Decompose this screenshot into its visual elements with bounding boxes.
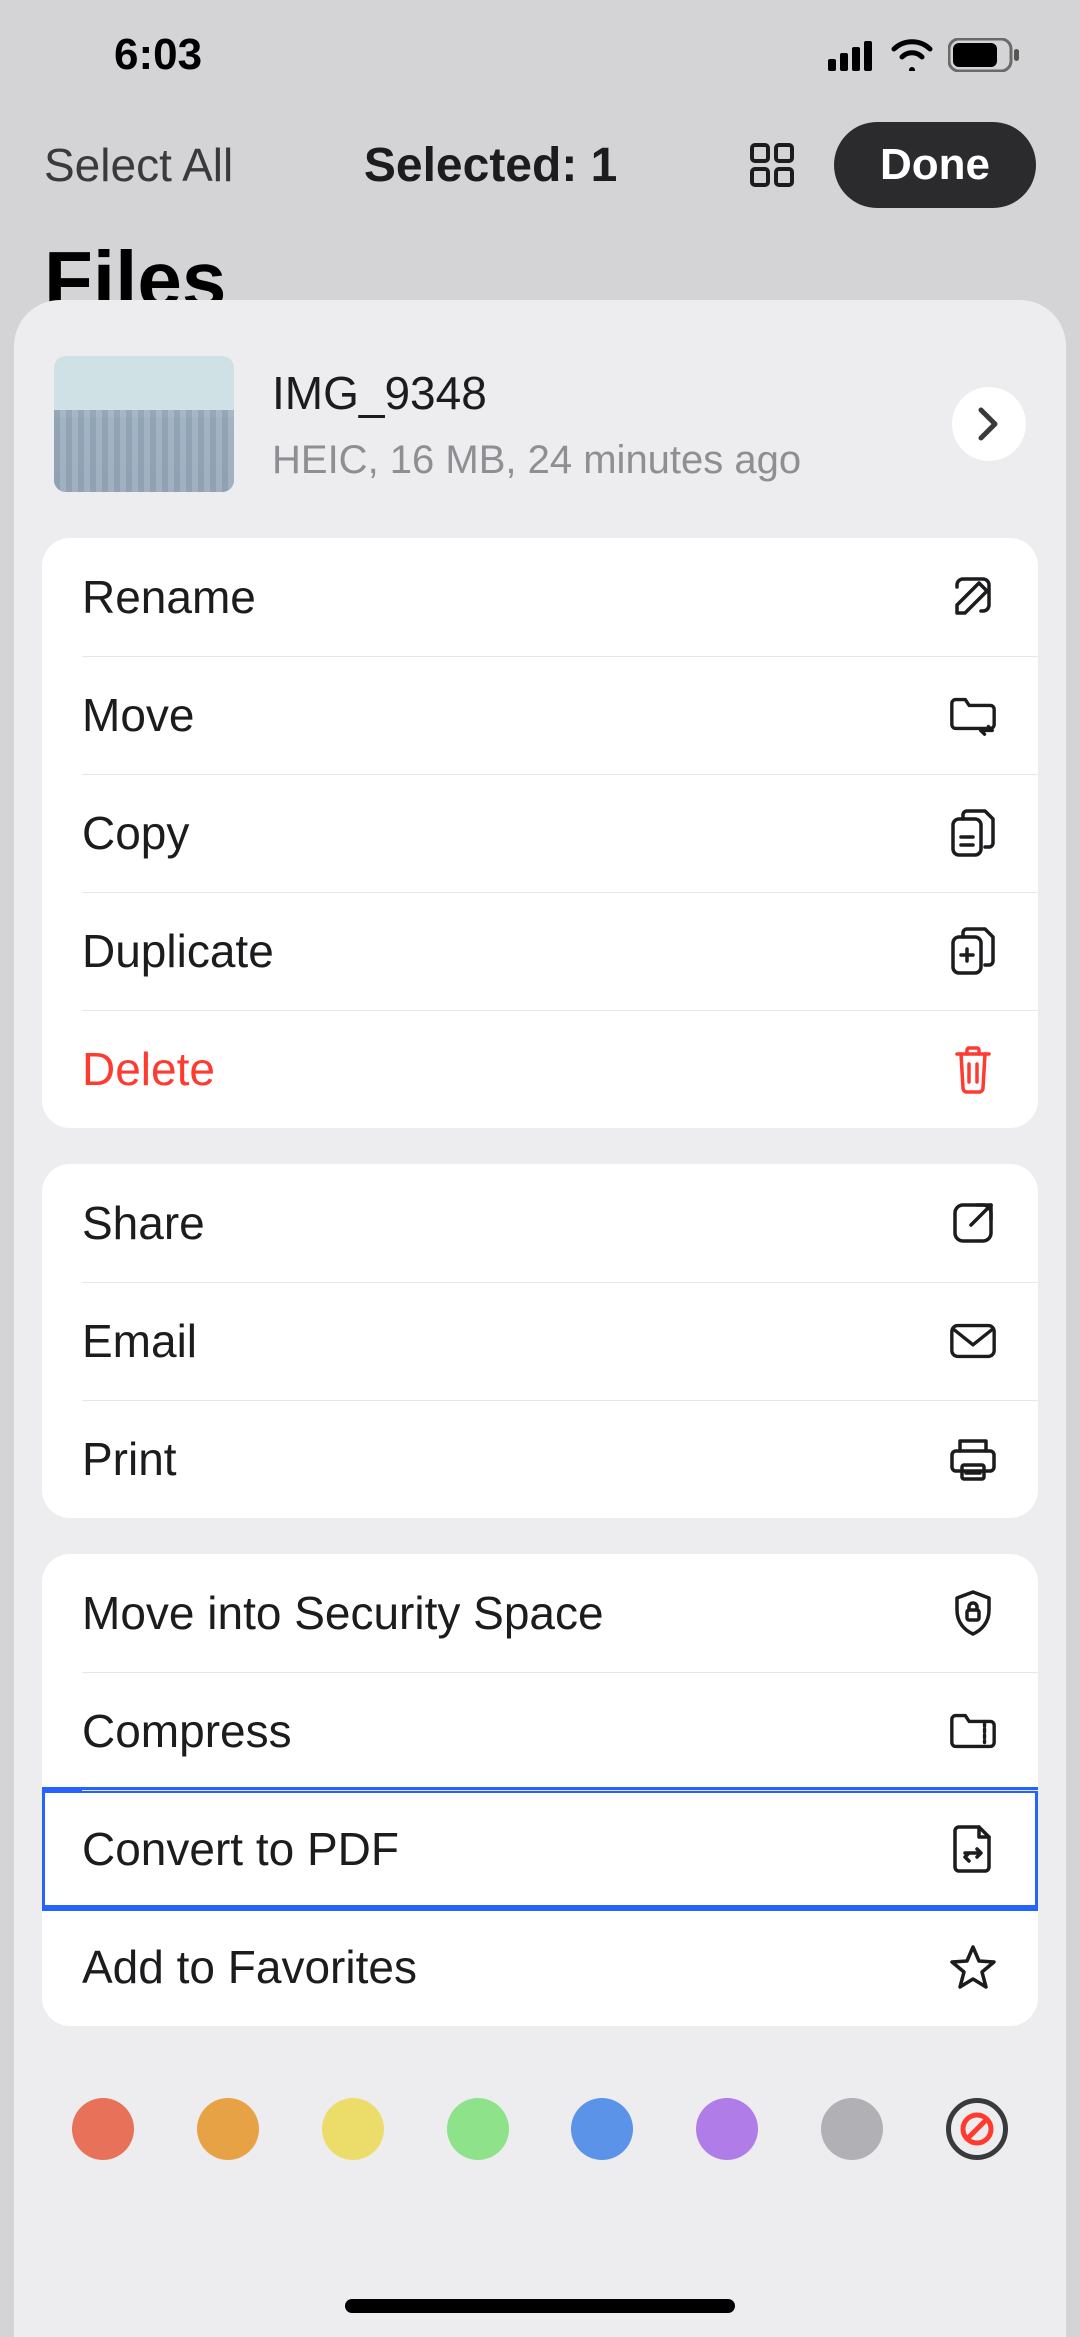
copy-icon bbox=[949, 807, 997, 859]
share-icon bbox=[949, 1199, 997, 1247]
compress-label: Compress bbox=[82, 1704, 292, 1758]
tag-color-yellow[interactable] bbox=[322, 2098, 384, 2160]
file-header[interactable]: IMG_9348 HEIC, 16 MB, 24 minutes ago bbox=[14, 300, 1066, 538]
file-subtitle: HEIC, 16 MB, 24 minutes ago bbox=[272, 438, 914, 483]
copy-label: Copy bbox=[82, 806, 189, 860]
zip-icon bbox=[948, 1709, 998, 1753]
tag-color-none[interactable] bbox=[946, 2098, 1008, 2160]
trash-icon bbox=[951, 1044, 995, 1094]
status-time: 6:03 bbox=[114, 30, 202, 80]
no-entry-icon bbox=[958, 2110, 996, 2148]
action-group-share: Share Email Print bbox=[42, 1164, 1038, 1518]
duplicate-label: Duplicate bbox=[82, 924, 274, 978]
email-label: Email bbox=[82, 1314, 197, 1368]
done-button[interactable]: Done bbox=[834, 122, 1036, 208]
file-detail-button[interactable] bbox=[952, 387, 1026, 461]
convert-pdf-icon bbox=[951, 1823, 995, 1875]
action-group-file: Rename Move Copy bbox=[42, 538, 1038, 1128]
mail-icon bbox=[948, 1321, 998, 1361]
email-row[interactable]: Email bbox=[42, 1282, 1038, 1400]
favorite-label: Add to Favorites bbox=[82, 1940, 417, 1994]
duplicate-icon bbox=[949, 925, 997, 977]
security-space-label: Move into Security Space bbox=[82, 1586, 604, 1640]
chevron-right-icon bbox=[975, 406, 1003, 442]
move-icon bbox=[948, 693, 998, 737]
selected-count: Selected: 1 bbox=[364, 138, 617, 193]
delete-row[interactable]: Delete bbox=[42, 1010, 1038, 1128]
convert-pdf-label: Convert to PDF bbox=[82, 1822, 399, 1876]
move-row[interactable]: Move bbox=[42, 656, 1038, 774]
tag-color-red[interactable] bbox=[72, 2098, 134, 2160]
tag-color-orange[interactable] bbox=[197, 2098, 259, 2160]
rename-label: Rename bbox=[82, 570, 256, 624]
shield-lock-icon bbox=[951, 1588, 995, 1638]
duplicate-row[interactable]: Duplicate bbox=[42, 892, 1038, 1010]
action-group-more: Move into Security Space Compress Conver… bbox=[42, 1554, 1038, 2026]
file-thumbnail bbox=[54, 356, 234, 492]
home-indicator[interactable] bbox=[345, 2299, 735, 2313]
action-sheet: IMG_9348 HEIC, 16 MB, 24 minutes ago Ren… bbox=[14, 300, 1066, 2337]
tag-color-purple[interactable] bbox=[696, 2098, 758, 2160]
delete-label: Delete bbox=[82, 1042, 215, 1096]
copy-row[interactable]: Copy bbox=[42, 774, 1038, 892]
status-bar: 6:03 bbox=[0, 0, 1080, 110]
wifi-icon bbox=[890, 39, 934, 71]
printer-icon bbox=[948, 1435, 998, 1483]
move-label: Move bbox=[82, 688, 194, 742]
cellular-icon bbox=[828, 39, 876, 71]
print-row[interactable]: Print bbox=[42, 1400, 1038, 1518]
status-icons bbox=[828, 38, 1020, 72]
share-row[interactable]: Share bbox=[42, 1164, 1038, 1282]
tag-color-blue[interactable] bbox=[571, 2098, 633, 2160]
tag-color-green[interactable] bbox=[447, 2098, 509, 2160]
select-all-button[interactable]: Select All bbox=[44, 138, 233, 192]
star-icon bbox=[948, 1943, 998, 1991]
print-label: Print bbox=[82, 1432, 177, 1486]
rename-row[interactable]: Rename bbox=[42, 538, 1038, 656]
compress-row[interactable]: Compress bbox=[42, 1672, 1038, 1790]
selection-toolbar: Select All Selected: 1 Done bbox=[0, 110, 1080, 220]
favorite-row[interactable]: Add to Favorites bbox=[42, 1908, 1038, 2026]
tag-color-row bbox=[14, 2062, 1066, 2160]
battery-icon bbox=[948, 38, 1020, 72]
grid-view-icon[interactable] bbox=[748, 141, 796, 189]
share-label: Share bbox=[82, 1196, 205, 1250]
security-space-row[interactable]: Move into Security Space bbox=[42, 1554, 1038, 1672]
tag-color-gray[interactable] bbox=[821, 2098, 883, 2160]
rename-icon bbox=[949, 573, 997, 621]
file-name: IMG_9348 bbox=[272, 366, 914, 420]
convert-pdf-row[interactable]: Convert to PDF bbox=[42, 1790, 1038, 1908]
